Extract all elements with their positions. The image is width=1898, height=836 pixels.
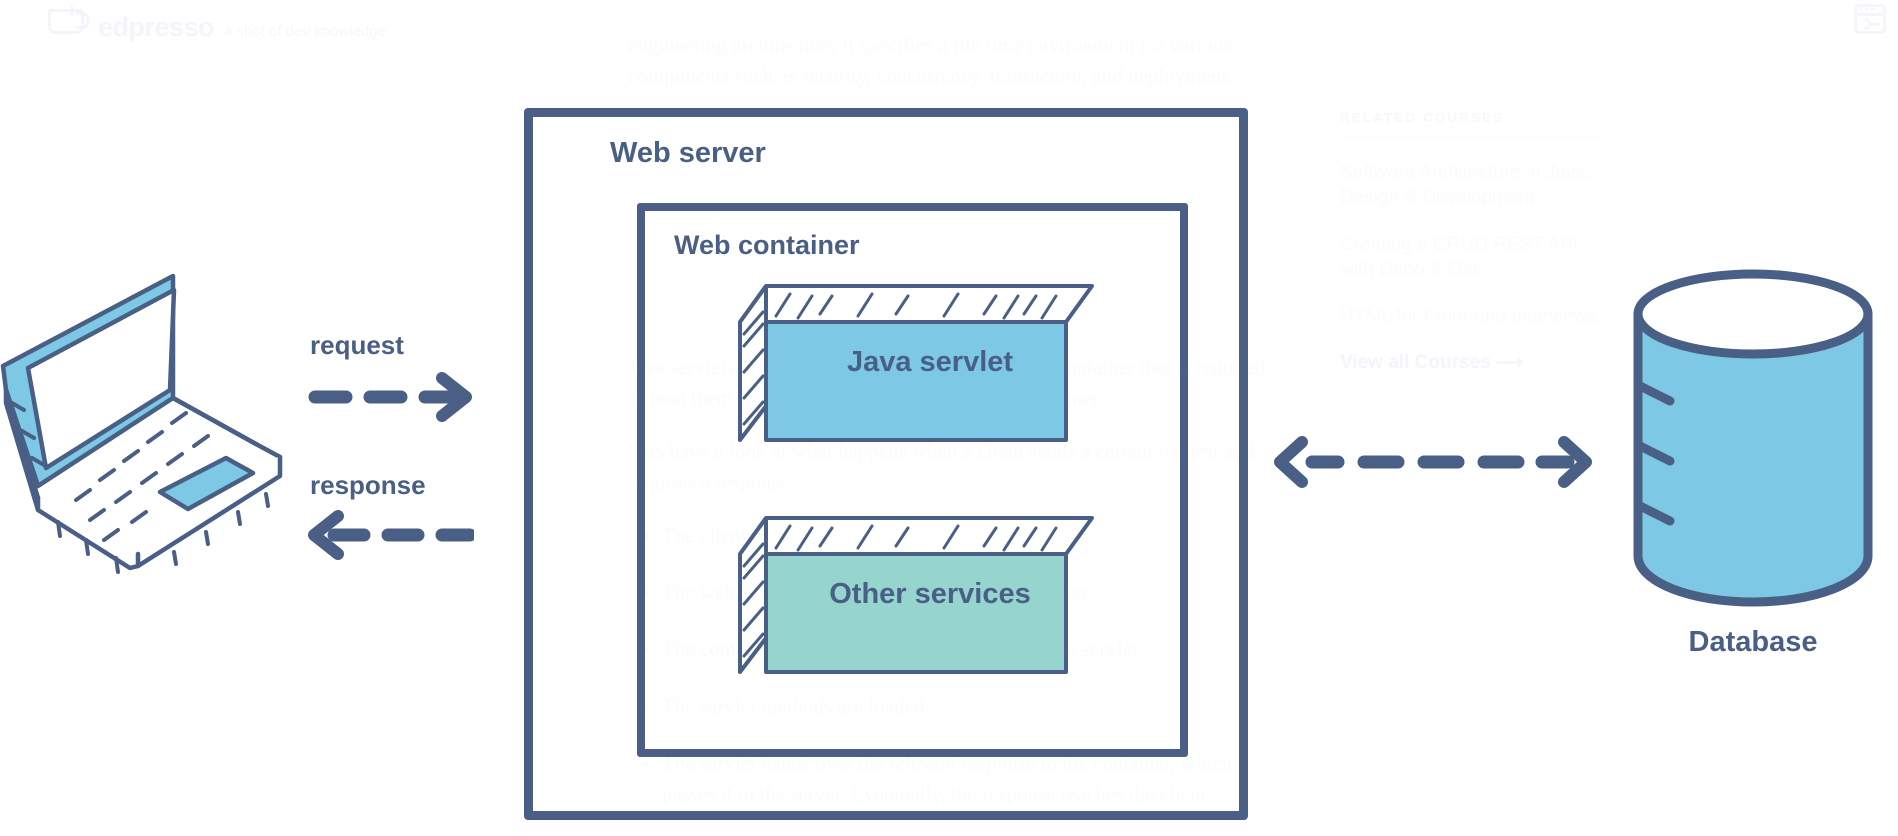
- web-server-label: Web server: [610, 137, 766, 169]
- database-label: Database: [1688, 626, 1818, 658]
- laptop-icon: [0, 273, 283, 574]
- web-container-label: Web container: [674, 230, 860, 260]
- database-cylinder-icon: [1633, 269, 1873, 607]
- arrow-bidirectional-dashed: [1274, 436, 1592, 488]
- arrow-right-dashed: [308, 372, 472, 422]
- servlet-architecture-diagram: request response Web server Web containe…: [0, 0, 1898, 836]
- arrow-left-dashed: [308, 510, 474, 560]
- java-servlet-label: Java servlet: [846, 346, 1014, 378]
- other-services-label: Other services: [829, 578, 1031, 610]
- request-label: request: [310, 330, 404, 360]
- response-label: response: [310, 470, 426, 500]
